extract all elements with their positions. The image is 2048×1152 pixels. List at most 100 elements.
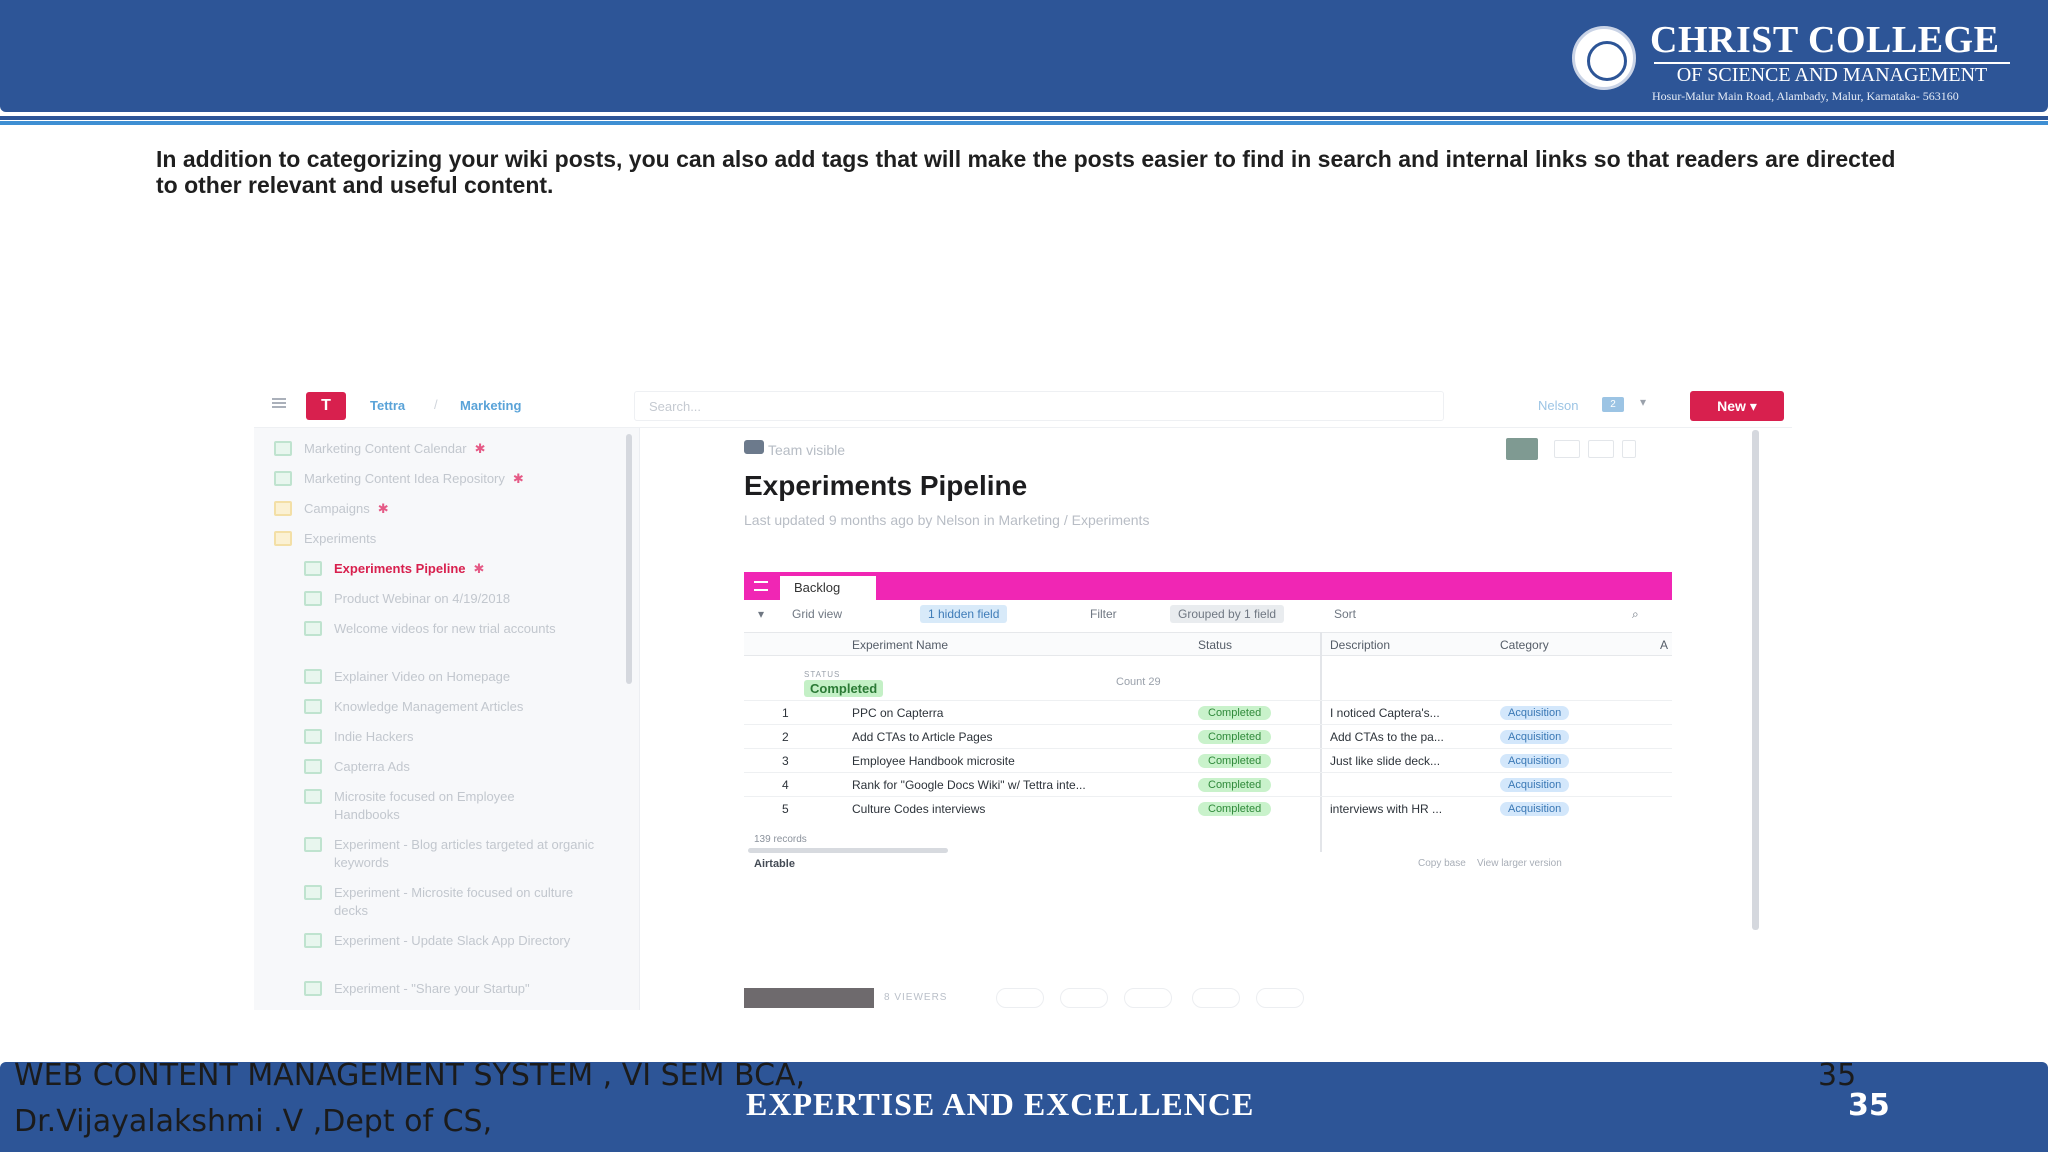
reaction-smile-icon[interactable] bbox=[1060, 988, 1108, 1008]
page-icon bbox=[304, 699, 322, 714]
page-icon bbox=[304, 621, 322, 636]
table-row[interactable]: 1 PPC on Capterra Completed I noticed Ca… bbox=[744, 700, 1672, 724]
table-row[interactable]: 4 Rank for "Google Docs Wiki" w/ Tettra … bbox=[744, 772, 1672, 796]
row-name: Employee Handbook microsite bbox=[852, 754, 1015, 768]
page-icon bbox=[304, 789, 322, 804]
status-badge: Completed bbox=[1198, 730, 1272, 744]
category-badge: Acquisition bbox=[1500, 802, 1570, 816]
chevron-down-icon[interactable]: ▾ bbox=[758, 607, 764, 621]
reaction-thumbs-icon[interactable] bbox=[996, 988, 1044, 1008]
sidebar-item-label: Marketing Content Idea Repository bbox=[304, 471, 505, 486]
more-icon[interactable] bbox=[1622, 440, 1636, 458]
sidebar-item-label: Marketing Content Calendar bbox=[304, 441, 467, 456]
search-icon[interactable]: ⌕ bbox=[1632, 607, 1639, 622]
sidebar-item-label: Experiment - Blog articles targeted at o… bbox=[334, 837, 595, 870]
document-scrollbar[interactable] bbox=[1752, 430, 1759, 930]
row-name: PPC on Capterra bbox=[852, 706, 944, 720]
sidebar-item-km-articles[interactable]: Knowledge Management Articles bbox=[304, 698, 523, 716]
copy-base-link[interactable]: Copy base bbox=[1418, 858, 1466, 869]
row-name: Rank for "Google Docs Wiki" w/ Tettra in… bbox=[852, 778, 1086, 792]
airtable-footer-links: Copy base View larger version bbox=[1418, 858, 1562, 869]
sidebar-item-welcome-videos[interactable]: Welcome videos for new trial accounts bbox=[304, 620, 574, 638]
status-badge: Completed bbox=[1198, 754, 1272, 768]
new-button[interactable]: New ▾ bbox=[1690, 391, 1784, 421]
sidebar-item-content-calendar[interactable]: Marketing Content Calendar ✱ bbox=[274, 440, 486, 458]
reaction-party-icon[interactable] bbox=[1256, 988, 1304, 1008]
table-row[interactable]: 3 Employee Handbook microsite Completed … bbox=[744, 748, 1672, 772]
chevron-down-icon[interactable]: ▾ bbox=[1640, 395, 1646, 409]
sidebar-item-label: Explainer Video on Homepage bbox=[334, 669, 511, 684]
page-icon bbox=[274, 471, 292, 486]
column-description[interactable]: Description bbox=[1330, 638, 1390, 652]
page-icon bbox=[274, 441, 292, 456]
column-experiment-name[interactable]: Experiment Name bbox=[852, 638, 948, 652]
reaction-heart-icon[interactable] bbox=[1192, 988, 1240, 1008]
airtable-column-header: Experiment Name Status Description Categ… bbox=[744, 632, 1672, 656]
filter-button[interactable]: Filter bbox=[1090, 607, 1117, 621]
breadcrumb-tettra[interactable]: Tettra bbox=[370, 398, 405, 413]
sidebar-item-indie-hackers[interactable]: Indie Hackers bbox=[304, 728, 413, 746]
page-icon bbox=[304, 729, 322, 744]
airtable-brand[interactable]: Airtable bbox=[754, 858, 795, 870]
pin-icon: ✱ bbox=[512, 471, 524, 486]
sidebar-item-explainer-video[interactable]: Explainer Video on Homepage bbox=[304, 668, 511, 686]
table-row[interactable]: 2 Add CTAs to Article Pages Completed Ad… bbox=[744, 724, 1672, 748]
table-row[interactable]: 5 Culture Codes interviews Completed int… bbox=[744, 796, 1672, 820]
viewer-avatars[interactable] bbox=[744, 988, 874, 1008]
row-description: interviews with HR ... bbox=[1330, 802, 1443, 816]
sidebar-item-campaigns[interactable]: Campaigns ✱ bbox=[274, 500, 389, 518]
breadcrumb-marketing[interactable]: Marketing bbox=[460, 398, 521, 413]
airtable-toolbar: ▾ Grid view 1 hidden field Filter Groupe… bbox=[744, 600, 1672, 630]
hidden-field-button[interactable]: 1 hidden field bbox=[920, 605, 1008, 623]
page-icon bbox=[304, 885, 322, 900]
view-larger-link[interactable]: View larger version bbox=[1477, 858, 1562, 869]
header-divider bbox=[0, 116, 2048, 120]
status-badge: Completed bbox=[1198, 706, 1272, 720]
tettra-logo-icon[interactable]: T bbox=[306, 392, 346, 420]
reaction-laugh-icon[interactable] bbox=[1124, 988, 1172, 1008]
college-seal-icon bbox=[1572, 26, 1636, 90]
notification-badge[interactable]: 2 bbox=[1602, 397, 1624, 412]
team-icon bbox=[744, 440, 764, 454]
sort-button[interactable]: Sort bbox=[1334, 607, 1356, 621]
sidebar-item-product-webinar[interactable]: Product Webinar on 4/19/2018 bbox=[304, 590, 510, 608]
sidebar-item-experiments-pipeline[interactable]: Experiments Pipeline ✱ bbox=[304, 560, 484, 578]
column-category[interactable]: Category bbox=[1500, 638, 1549, 652]
sidebar-item-capterra-ads[interactable]: Capterra Ads bbox=[304, 758, 410, 776]
tab-backlog[interactable]: Backlog bbox=[780, 576, 876, 600]
page-icon bbox=[304, 591, 322, 606]
page-icon bbox=[304, 981, 322, 996]
status-badge: Completed bbox=[1198, 802, 1272, 816]
new-button-label: New bbox=[1717, 398, 1746, 414]
avatar[interactable] bbox=[1506, 438, 1538, 460]
author-line: Dr.Vijayalakshmi .V ,Dept of CS, bbox=[14, 1104, 493, 1139]
sidebar-item-blog-articles[interactable]: Experiment - Blog articles targeted at o… bbox=[304, 836, 604, 872]
breadcrumb-separator: / bbox=[434, 397, 438, 412]
group-label: STATUS bbox=[804, 670, 841, 679]
sidebar-item-idea-repository[interactable]: Marketing Content Idea Repository ✱ bbox=[274, 470, 524, 488]
group-button[interactable]: Grouped by 1 field bbox=[1170, 605, 1285, 623]
edit-icon[interactable] bbox=[1554, 440, 1580, 458]
sidebar-item-handbook-microsite[interactable]: Microsite focused on Employee Handbooks bbox=[304, 788, 584, 824]
sidebar-scrollbar[interactable] bbox=[626, 434, 632, 684]
last-updated-text: Last updated 9 months ago by Nelson in M… bbox=[744, 512, 1150, 528]
share-icon[interactable] bbox=[1588, 440, 1614, 458]
sidebar-item-culture-decks[interactable]: Experiment - Microsite focused on cultur… bbox=[304, 884, 604, 920]
sidebar-item-experiments[interactable]: Experiments bbox=[274, 530, 376, 548]
sidebar-item-share-startup[interactable]: Experiment - "Share your Startup" bbox=[304, 980, 530, 998]
page-title: Experiments Pipeline bbox=[744, 470, 1028, 501]
hamburger-menu-icon[interactable] bbox=[272, 398, 286, 408]
sidebar-item-slack-directory[interactable]: Experiment - Update Slack App Directory bbox=[304, 932, 584, 950]
row-description: Just like slide deck... bbox=[1330, 754, 1441, 768]
user-name[interactable]: Nelson bbox=[1538, 398, 1578, 413]
horizontal-scrollbar[interactable] bbox=[748, 848, 948, 853]
college-name: CHRIST COLLEGE bbox=[1650, 19, 2000, 61]
grid-view-button[interactable]: Grid view bbox=[792, 607, 842, 621]
app-topbar: T Tettra / Marketing Search... Nelson 2 … bbox=[254, 382, 1792, 428]
page-icon bbox=[304, 759, 322, 774]
airtable-menu-icon[interactable] bbox=[754, 581, 768, 591]
column-status[interactable]: Status bbox=[1198, 638, 1232, 652]
sidebar-item-label: Experiment - "Share your Startup" bbox=[334, 981, 530, 996]
column-a[interactable]: A bbox=[1660, 638, 1668, 652]
search-input[interactable]: Search... bbox=[634, 391, 1444, 421]
